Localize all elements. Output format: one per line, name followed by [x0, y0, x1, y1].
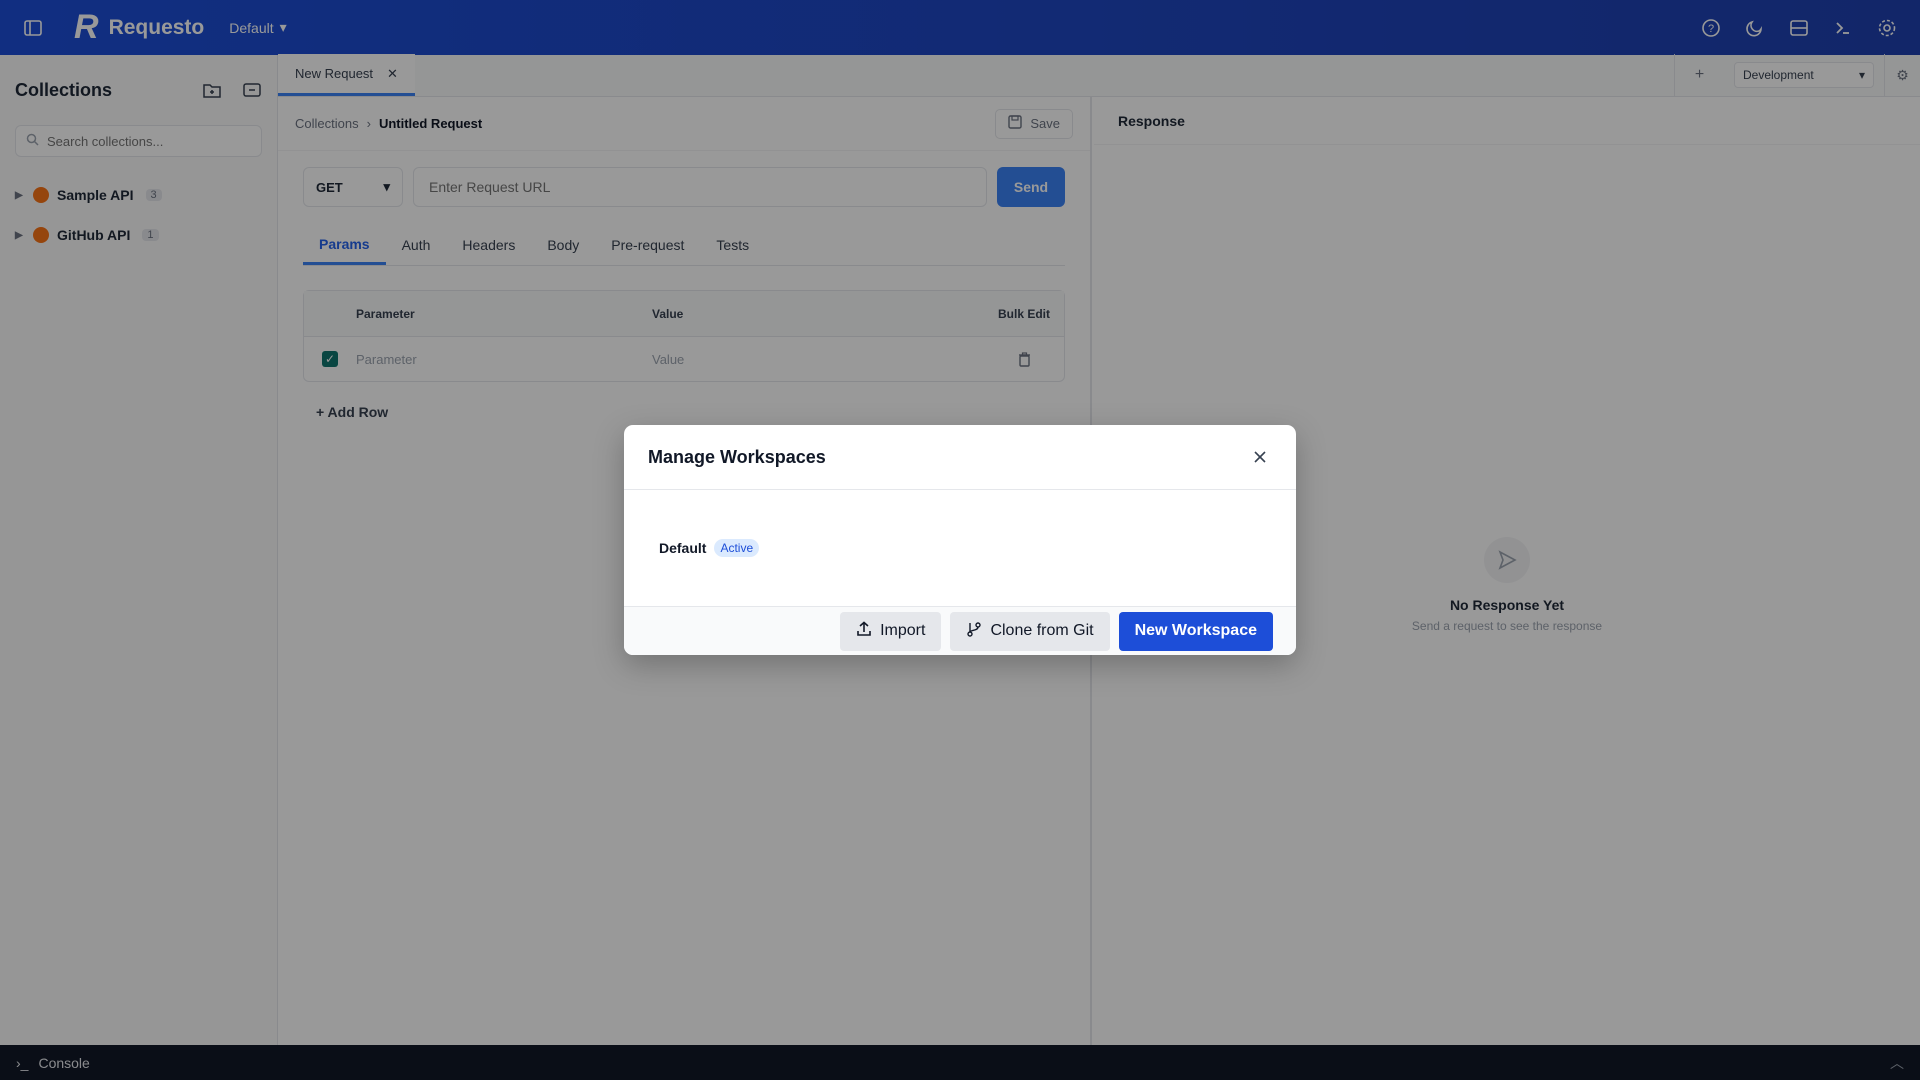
clone-from-git-button[interactable]: Clone from Git [950, 611, 1110, 651]
workspace-list: Default Active [624, 490, 1296, 607]
import-label: Import [880, 622, 926, 639]
git-branch-icon [966, 621, 982, 642]
new-workspace-button[interactable]: New Workspace [1118, 611, 1273, 651]
manage-workspaces-dialog: Manage Workspaces Default Active Import … [624, 425, 1296, 655]
upload-icon [856, 620, 872, 642]
close-icon[interactable] [1248, 445, 1272, 469]
status-badge: Active [714, 539, 760, 557]
clone-label: Clone from Git [990, 622, 1094, 639]
dialog-title: Manage Workspaces [648, 446, 826, 467]
import-button[interactable]: Import [840, 611, 942, 651]
workspace-name[interactable]: Default [659, 540, 706, 556]
